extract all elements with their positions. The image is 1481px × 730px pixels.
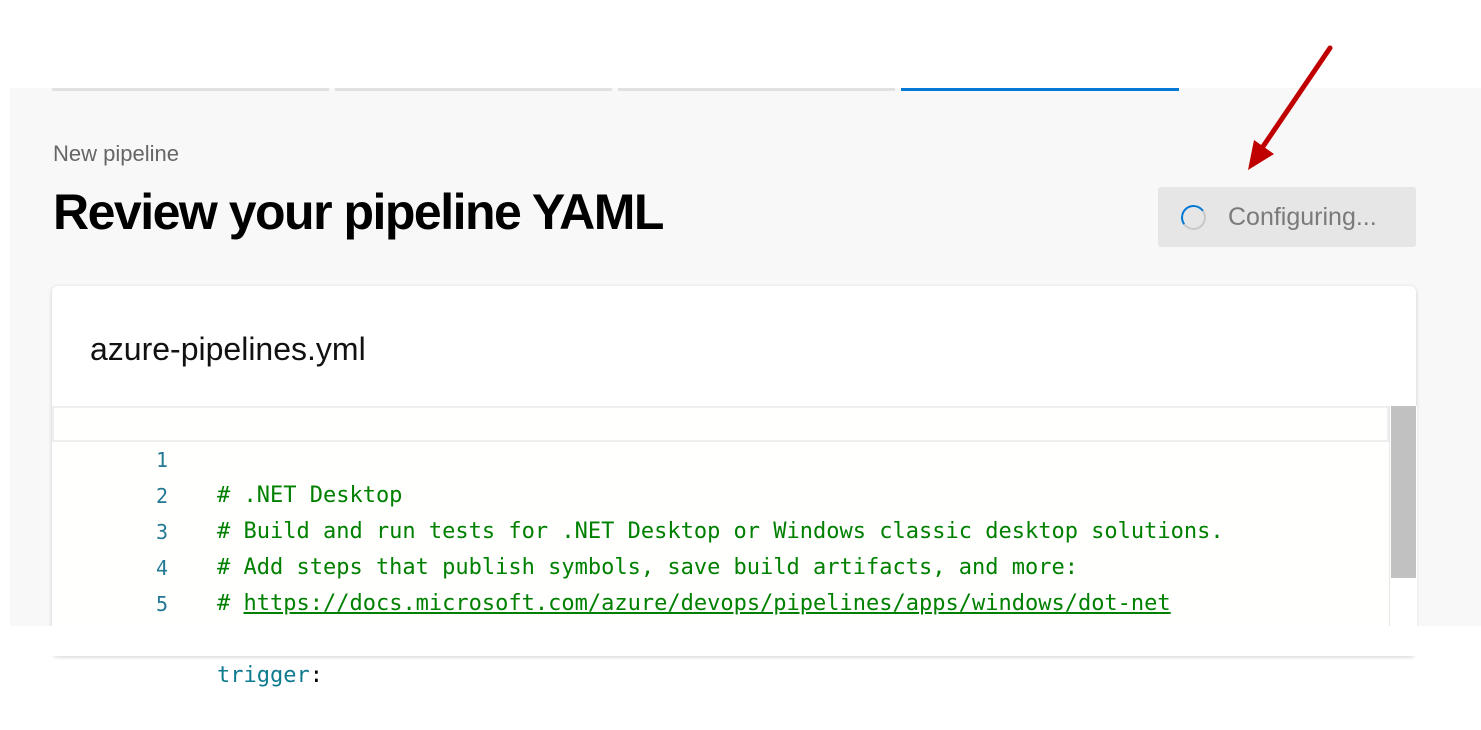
yaml-key: trigger [217, 663, 310, 688]
wizard-step-configure [618, 88, 895, 91]
code-line[interactable]: 4 # https://docs.microsoft.com/azure/dev… [52, 514, 1389, 616]
yaml-editor-card: azure-pipelines.yml 1 # .NET Desktop 2 #… [52, 286, 1417, 688]
scrollbar-thumb[interactable] [1391, 406, 1416, 578]
code-line[interactable]: 1 # .NET Desktop [52, 406, 1389, 508]
annotation-arrow-icon [1248, 45, 1333, 170]
page-title: Review your pipeline YAML [53, 184, 664, 240]
editor-scrollbar[interactable] [1389, 406, 1417, 626]
wizard-step-review [901, 88, 1179, 91]
page-subtitle: New pipeline [53, 141, 179, 166]
configuring-button[interactable]: Configuring... [1158, 187, 1416, 247]
code-line[interactable]: 6 trigger: [52, 586, 1389, 688]
bottom-crop [0, 626, 1481, 656]
code-line[interactable]: 5 [52, 550, 1389, 616]
code-line[interactable]: 3 # Add steps that publish symbols, save… [52, 478, 1389, 580]
configuring-button-label: Configuring... [1228, 202, 1377, 231]
code-key: trigger: [217, 658, 323, 694]
code-editor[interactable]: 1 # .NET Desktop 2 # Build and run tests… [52, 406, 1417, 688]
spinner-icon [1179, 202, 1208, 232]
wizard-step-select [335, 88, 612, 91]
wizard-step-connect [52, 88, 329, 91]
code-line[interactable]: 2 # Build and run tests for .NET Desktop… [52, 442, 1389, 544]
file-name: azure-pipelines.yml [90, 331, 366, 367]
yaml-colon: : [309, 663, 323, 688]
